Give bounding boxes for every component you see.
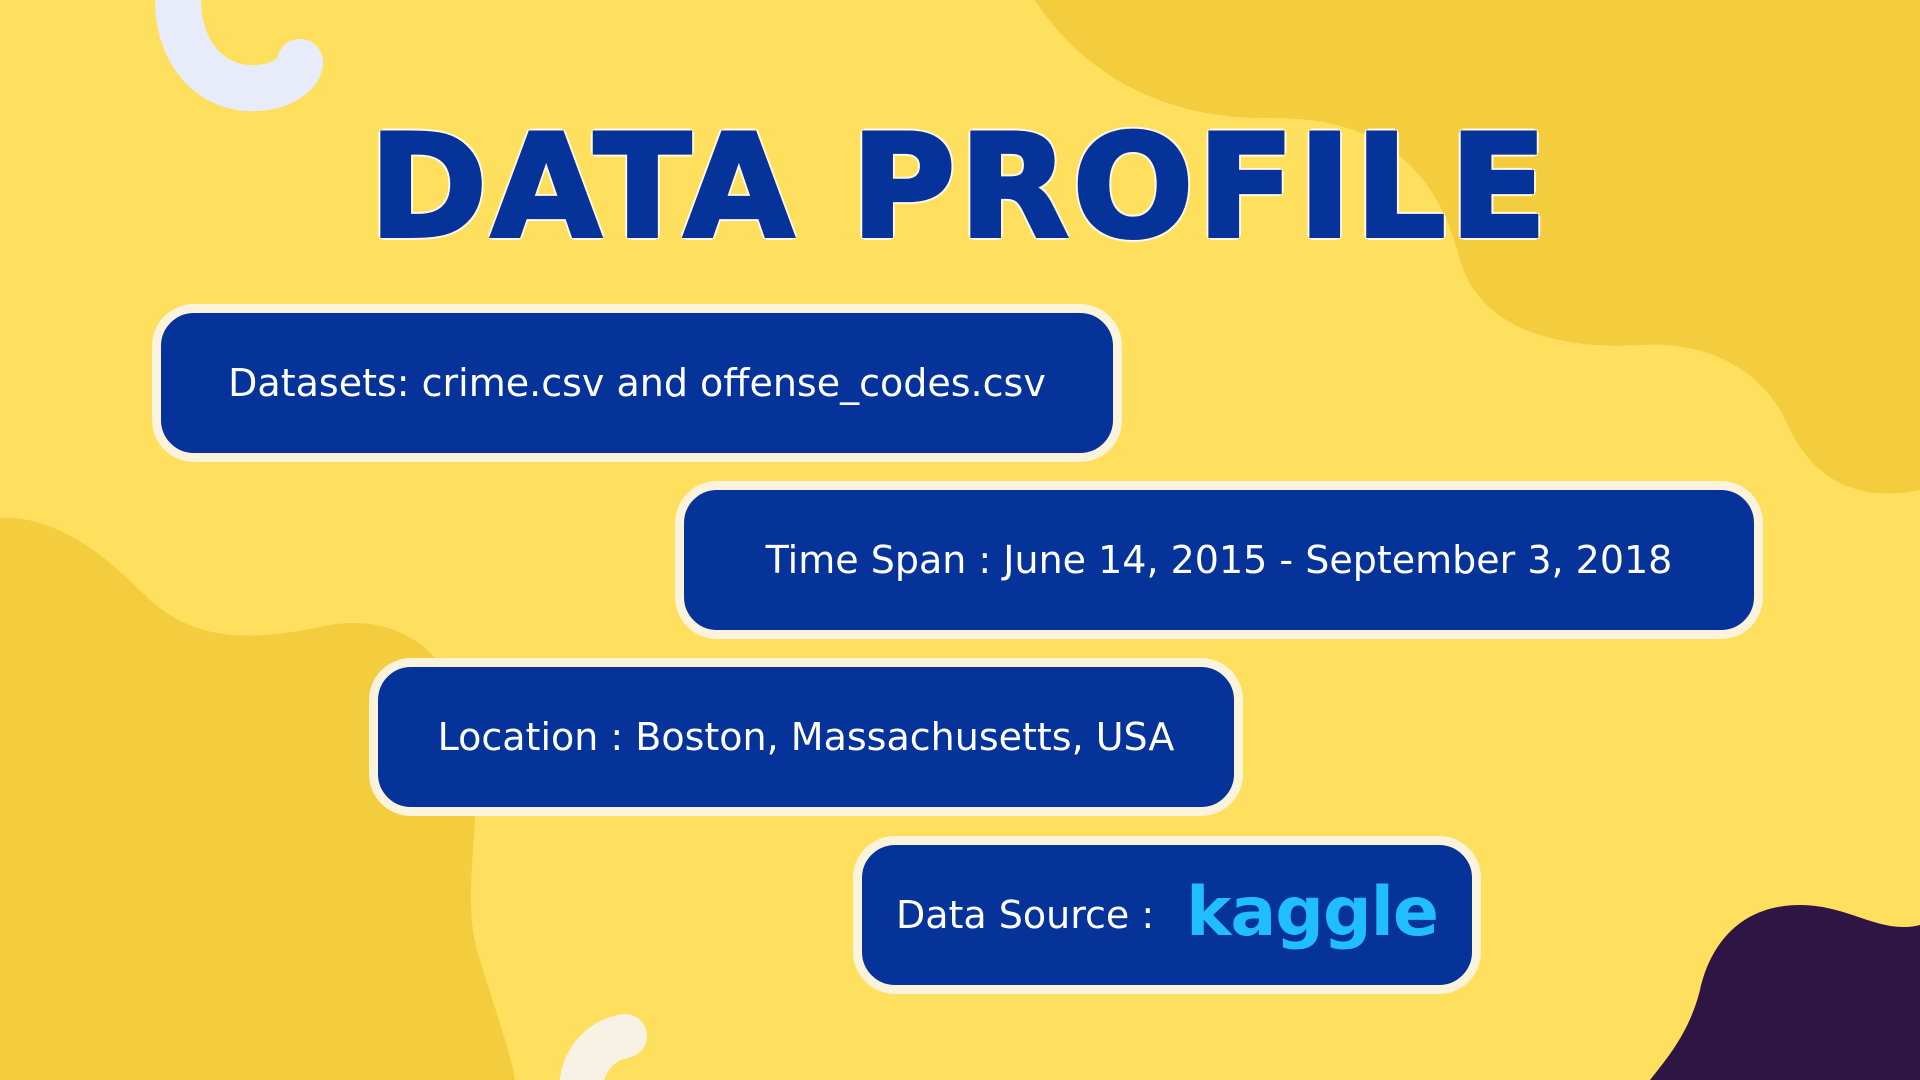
page-title: DATA PROFILE — [367, 105, 1551, 270]
kaggle-logo: kaggle — [1186, 872, 1439, 952]
ring-arc-bottom — [560, 1014, 647, 1080]
location-text: Location : Boston, Massachusetts, USA — [437, 715, 1175, 759]
blob-bottom-right-dark — [1650, 905, 1920, 1080]
ring-arc-top-left — [155, 0, 323, 112]
data-source-label: Data Source : — [895, 893, 1155, 937]
data-source-card: Data Source : kaggle — [853, 836, 1481, 994]
time-span-card: Time Span : June 14, 2015 - September 3,… — [675, 481, 1763, 639]
time-span-text: Time Span : June 14, 2015 - September 3,… — [765, 538, 1673, 582]
datasets-text: Datasets: crime.csv and offense_codes.cs… — [228, 361, 1046, 405]
datasets-card: Datasets: crime.csv and offense_codes.cs… — [152, 304, 1122, 462]
location-card: Location : Boston, Massachusetts, USA — [369, 658, 1243, 816]
